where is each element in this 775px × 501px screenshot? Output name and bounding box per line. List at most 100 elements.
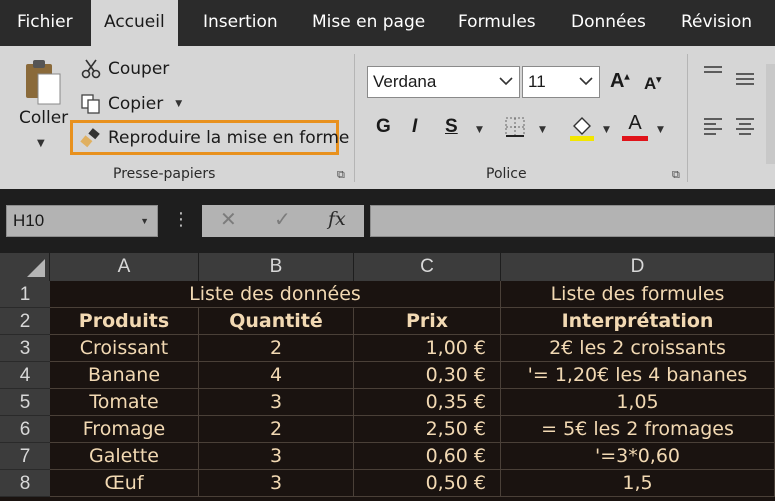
formula-bar: H10 ▼ ⋮ ✕ ✓ fx <box>0 189 775 253</box>
cut-button[interactable]: Couper <box>80 56 169 82</box>
table-cell[interactable]: 3 <box>199 443 354 470</box>
tab-fichier[interactable]: Fichier <box>4 0 86 46</box>
row-header-7[interactable]: 7 <box>0 443 50 470</box>
borders-icon[interactable] <box>504 116 526 138</box>
table-cell[interactable]: 1,05 <box>501 389 775 416</box>
align-left-icon[interactable] <box>702 116 724 136</box>
tab-mise-en-page[interactable]: Mise en page <box>299 0 438 46</box>
ribbon: Coller ▼ Couper Copier ▼ Reproduire la m… <box>0 46 775 189</box>
row-header-1[interactable]: 1 <box>0 281 50 308</box>
name-box-value: H10 <box>13 211 45 230</box>
copy-icon <box>81 94 100 114</box>
row-header-2[interactable]: 2 <box>0 308 50 335</box>
chevron-down-icon <box>499 77 513 86</box>
tab-formules[interactable]: Formules <box>445 0 549 46</box>
table-cell[interactable]: 1,5 <box>501 470 775 497</box>
font-color-dropdown-icon[interactable]: ▼ <box>657 125 664 135</box>
tab-insertion[interactable]: Insertion <box>190 0 291 46</box>
formula-input[interactable] <box>370 205 775 237</box>
row-header-5[interactable]: 5 <box>0 389 50 416</box>
table-cell[interactable]: '= 1,20€ les 4 bananes <box>501 362 775 389</box>
table-cell[interactable]: Banane <box>50 362 199 389</box>
borders-dropdown-icon[interactable]: ▼ <box>539 125 546 135</box>
shrink-font-button[interactable]: A▾ <box>644 74 661 94</box>
font-family-select[interactable]: Verdana <box>367 66 520 98</box>
table-cell[interactable]: Fromage <box>50 416 199 443</box>
scissors-icon <box>81 59 101 79</box>
table-cell[interactable]: 0,60 € <box>354 443 501 470</box>
column-header-b[interactable]: B <box>199 253 354 281</box>
row-header-8[interactable]: 8 <box>0 470 50 497</box>
italic-button[interactable]: I <box>412 116 417 138</box>
table-cell[interactable]: '=3*0,60 <box>501 443 775 470</box>
row-header-3[interactable]: 3 <box>0 335 50 362</box>
tab-accueil[interactable]: Accueil <box>91 0 178 46</box>
enter-icon[interactable]: ✓ <box>274 207 291 231</box>
align-middle-icon[interactable] <box>734 68 756 88</box>
copy-label: Copier <box>108 94 164 114</box>
format-painter-button[interactable]: Reproduire la mise en forme <box>80 125 349 151</box>
table-cell[interactable]: Galette <box>50 443 199 470</box>
insert-function-icon[interactable]: fx <box>328 208 346 230</box>
cancel-icon[interactable]: ✕ <box>220 207 237 231</box>
header-cell[interactable]: Quantité <box>199 308 354 335</box>
shrink-font-icon: A <box>644 74 657 93</box>
bold-button[interactable]: G <box>376 116 391 138</box>
clipboard-icon <box>26 60 61 105</box>
chevron-down-icon[interactable]: ▼ <box>140 206 149 236</box>
header-cell[interactable]: Interprétation <box>501 308 775 335</box>
table-cell[interactable]: 2,50 € <box>354 416 501 443</box>
spreadsheet-grid: A B C D 1 2 3 4 5 6 7 8 Liste des données Liste des f… <box>0 253 775 501</box>
table-cell[interactable]: 1,00 € <box>354 335 501 362</box>
table-cell[interactable]: 2 <box>199 416 354 443</box>
row-header-4[interactable]: 4 <box>0 362 50 389</box>
table-cell[interactable]: 2 <box>199 335 354 362</box>
table-cell[interactable]: Œuf <box>50 470 199 497</box>
table-cell[interactable]: 0,35 € <box>354 389 501 416</box>
merged-title-cell[interactable]: Liste des données <box>50 281 501 308</box>
ribbon-tabs: Fichier Accueil Insertion Mise en page F… <box>0 0 775 46</box>
underline-button[interactable]: S <box>445 116 458 138</box>
font-color-icon: A <box>628 112 642 134</box>
font-launcher-icon[interactable]: ⧉ <box>672 168 680 182</box>
header-cell[interactable]: Prix <box>354 308 501 335</box>
underline-dropdown-icon[interactable]: ▼ <box>476 125 483 135</box>
more-options-icon[interactable]: ⋮ <box>172 209 190 230</box>
font-family-value: Verdana <box>373 72 437 91</box>
table-cell[interactable]: 2€ les 2 croissants <box>501 335 775 362</box>
tab-revision[interactable]: Révision <box>668 0 765 46</box>
table-cell[interactable]: 4 <box>199 362 354 389</box>
tab-donnees[interactable]: Données <box>558 0 659 46</box>
fill-color-icon[interactable] <box>568 114 596 142</box>
table-cell[interactable]: 0,50 € <box>354 470 501 497</box>
align-top-icon[interactable] <box>702 64 724 84</box>
align-center-icon[interactable] <box>734 116 756 136</box>
table-cell[interactable]: Croissant <box>50 335 199 362</box>
table-cell[interactable]: 0,30 € <box>354 362 501 389</box>
table-cell[interactable]: 3 <box>199 470 354 497</box>
paintbrush-icon <box>80 128 100 148</box>
fill-color-dropdown-icon[interactable]: ▼ <box>603 125 610 135</box>
table-cell[interactable]: 3 <box>199 389 354 416</box>
row-header-6[interactable]: 6 <box>0 416 50 443</box>
font-color-button[interactable]: A <box>622 112 648 142</box>
grow-font-button[interactable]: A▴ <box>610 70 629 93</box>
ribbon-separator <box>687 54 688 182</box>
table-cell[interactable]: Tomate <box>50 389 199 416</box>
column-header-d[interactable]: D <box>501 253 775 281</box>
copy-button[interactable]: Copier ▼ <box>80 91 182 117</box>
column-header-a[interactable]: A <box>50 253 199 281</box>
header-cell[interactable]: Produits <box>50 308 199 335</box>
cut-label: Couper <box>108 59 170 79</box>
copy-dropdown-icon[interactable]: ▼ <box>175 99 182 109</box>
merged-title-cell[interactable]: Liste des formules <box>501 281 775 308</box>
name-box[interactable]: H10 ▼ <box>6 205 158 237</box>
font-size-select[interactable]: 11 <box>522 66 600 98</box>
formula-buttons: ✕ ✓ fx <box>202 205 364 237</box>
clipboard-launcher-icon[interactable]: ⧉ <box>337 168 345 182</box>
column-header-c[interactable]: C <box>354 253 501 281</box>
chevron-down-icon <box>579 77 593 86</box>
select-all-button[interactable] <box>0 253 50 281</box>
table-cell[interactable]: = 5€ les 2 fromages <box>501 416 775 443</box>
paste-dropdown-icon[interactable]: ▼ <box>37 138 45 149</box>
